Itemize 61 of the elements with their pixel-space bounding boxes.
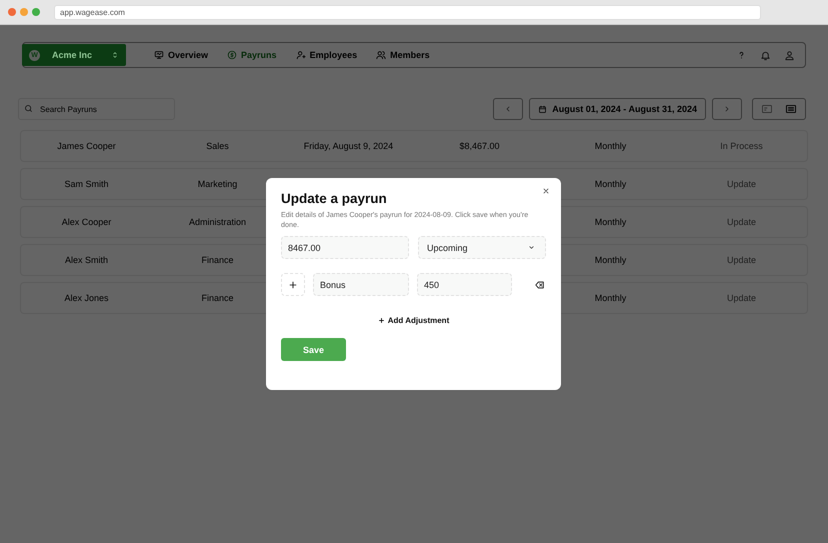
search-field[interactable]: Search Payruns [18, 98, 175, 120]
chevron-down-icon [528, 244, 535, 251]
save-button[interactable]: Save [281, 338, 346, 361]
status[interactable]: Update [676, 179, 807, 189]
department: Finance [200, 255, 235, 265]
frequency: Monthly [594, 141, 628, 151]
frequency: Monthly [594, 293, 628, 303]
chevron-right-icon [723, 105, 731, 113]
department: Sales [205, 141, 230, 151]
card-view-icon [760, 103, 774, 115]
employee-name: Alex Jones [63, 293, 110, 303]
employee-name: James Cooper [56, 141, 117, 151]
backspace-icon [534, 280, 546, 290]
add-adjustment-button[interactable]: Add Adjustment [378, 316, 450, 325]
list-view-icon [784, 103, 798, 115]
close-icon [542, 187, 550, 195]
calendar-icon [538, 104, 548, 114]
employee-name: Sam Smith [63, 179, 110, 189]
nav-link[interactable]: Payruns [227, 50, 277, 60]
user-icon[interactable] [784, 50, 795, 60]
bell-icon[interactable] [760, 50, 771, 60]
frequency: Monthly [594, 179, 628, 189]
date-range-button[interactable]: August 01, 2024 - August 31, 2024 [529, 98, 706, 120]
user-plus-icon [296, 50, 306, 60]
minimize-dot[interactable] [20, 8, 28, 16]
frequency: Monthly [594, 255, 628, 265]
next-button[interactable] [712, 98, 742, 120]
dialog-title: Update a payrun [281, 191, 388, 206]
nav-link[interactable]: Members [376, 50, 430, 60]
plus-icon [378, 317, 385, 324]
adjustment-amount-field[interactable]: 450 [417, 273, 512, 296]
dollar-icon [227, 50, 238, 60]
pay-date: Friday, August 9, 2024 [302, 141, 394, 151]
department: Finance [200, 293, 235, 303]
status[interactable]: Update [676, 217, 807, 227]
employee-name: Alex Cooper [60, 217, 112, 227]
amount: $8,467.00 [458, 141, 501, 151]
nav-link[interactable]: Employees [296, 50, 358, 60]
status[interactable]: In Process [676, 141, 807, 151]
address-bar[interactable]: app.wagease.com [54, 4, 761, 20]
search-icon [24, 104, 33, 113]
delete-button[interactable] [534, 280, 546, 290]
nav-link[interactable]: Overview [154, 50, 208, 60]
payrun-row[interactable]: James Cooper Sales Friday, August 9, 2024 $8,467.00 Monthly In Process [20, 130, 808, 162]
close-button[interactable] [542, 187, 550, 195]
status-select[interactable]: Upcoming [418, 236, 546, 259]
users-icon [376, 50, 386, 60]
status[interactable]: Update [676, 293, 807, 303]
adjustment-label-field[interactable]: Bonus [313, 273, 409, 296]
status[interactable]: Update [676, 255, 807, 265]
frequency: Monthly [594, 217, 628, 227]
amount-field[interactable]: 8467.00 [281, 236, 409, 259]
employee-name: Alex Smith [64, 255, 109, 265]
monitor-icon [154, 50, 164, 60]
previous-button[interactable] [493, 98, 524, 120]
close-dot[interactable] [8, 8, 16, 16]
plus-icon [288, 280, 298, 290]
department: Marketing [196, 179, 238, 189]
maximize-dot[interactable] [32, 8, 40, 16]
chevron-up-down-icon [111, 51, 119, 59]
add-row-button[interactable] [281, 273, 305, 296]
